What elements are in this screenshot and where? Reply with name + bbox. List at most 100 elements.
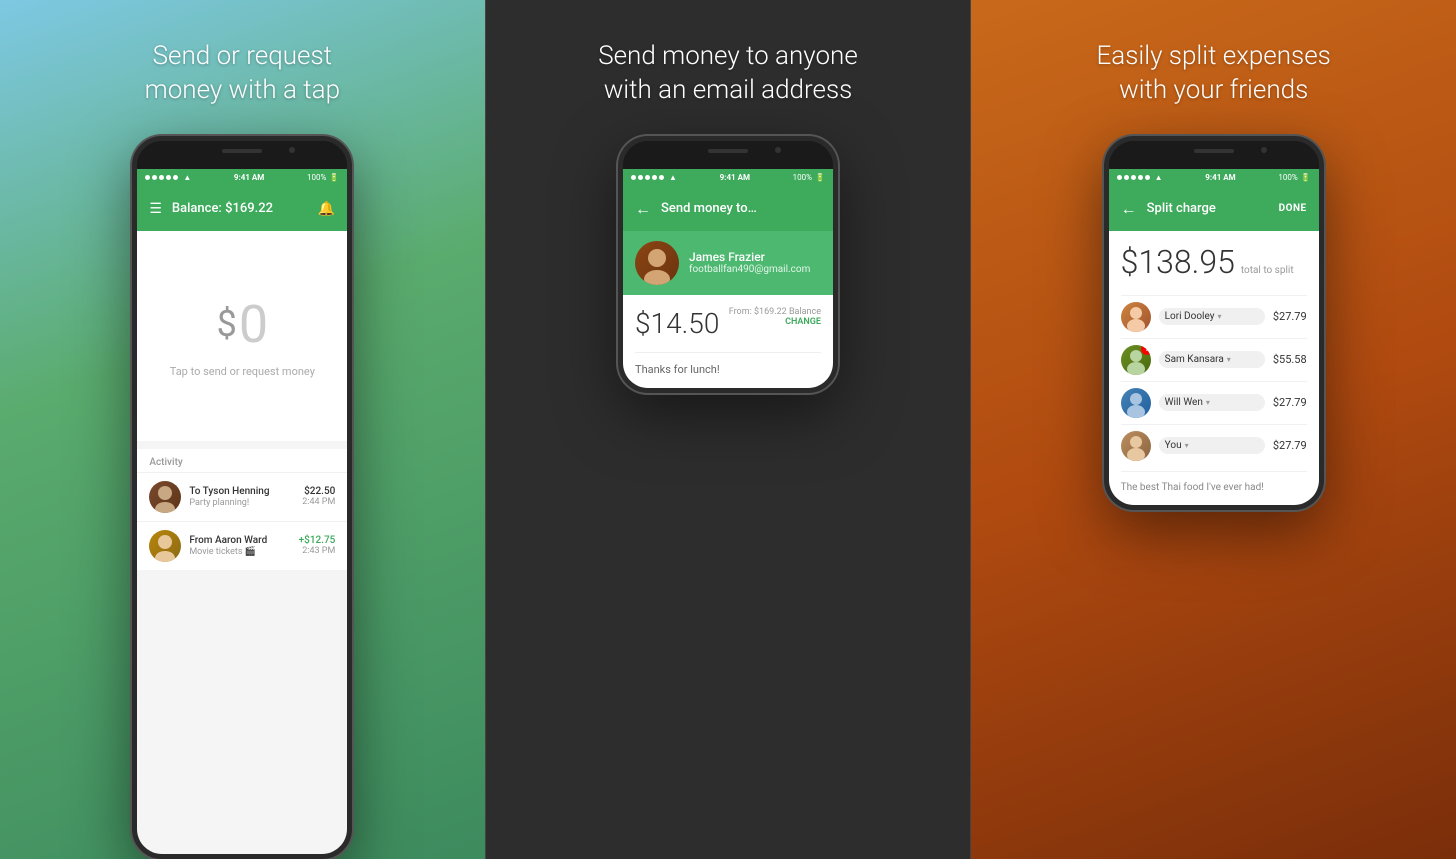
battery-label-1: 100%	[307, 173, 326, 182]
chevron-sam: ▾	[1227, 355, 1231, 364]
contact-row: James Frazier footballfan490@gmail.com	[623, 231, 833, 295]
status-time-1: 9:41 AM	[234, 173, 264, 182]
dot-2	[152, 175, 157, 180]
change-button[interactable]: CHANGE	[729, 317, 821, 327]
avatar-aaron	[149, 530, 181, 562]
panel-3-title: Easily split expenses with your friends	[1077, 40, 1351, 108]
dot-4	[166, 175, 171, 180]
battery-label-3: 100%	[1278, 173, 1297, 182]
split-person-sam: 1 Sam Kansara ▾ $55.58	[1121, 338, 1307, 381]
send-message: Thanks for lunch!	[635, 352, 821, 376]
battery-icon-2: 🔋	[815, 173, 825, 182]
badge-sam: 1	[1141, 345, 1151, 355]
dot-3	[159, 175, 164, 180]
balance-display: Balance: $169.22	[172, 201, 318, 216]
transaction-amount-2: +$12.75 2:43 PM	[299, 535, 336, 556]
panel-1-title: Send or request money with a tap	[125, 40, 360, 108]
avatar-tyson	[149, 481, 181, 513]
panel-2-title: Send money to anyone with an email addre…	[578, 40, 878, 108]
amount-you: $27.79	[1273, 439, 1307, 452]
menu-icon[interactable]: ☰	[149, 201, 162, 217]
chip-will[interactable]: Will Wen ▾	[1159, 394, 1265, 411]
signal-dots-1: ▲	[145, 173, 191, 182]
back-button-3[interactable]: ←	[1121, 199, 1137, 219]
status-right-1: 100% 🔋	[307, 173, 339, 182]
battery-icon-3: 🔋	[1301, 173, 1311, 182]
amount-value: 0	[239, 294, 268, 355]
transaction-info-2: From Aaron Ward Movie tickets 🎬	[189, 535, 290, 557]
chevron-lori: ▾	[1217, 312, 1221, 321]
screen2-title: Send money to…	[661, 201, 757, 216]
status-right-2: 100% 🔋	[793, 173, 825, 182]
status-bar-1: ▲ 9:41 AM 100% 🔋	[137, 169, 347, 187]
transaction-name-1: To Tyson Henning	[189, 486, 294, 497]
status-time-3: 9:41 AM	[1205, 173, 1235, 182]
status-right-3: 100% 🔋	[1278, 173, 1310, 182]
avatar-will	[1121, 388, 1151, 418]
split-person-lori: Lori Dooley ▾ $27.79	[1121, 295, 1307, 338]
done-button[interactable]: DONE	[1279, 203, 1307, 214]
screen-1: $ 0 Tap to send or request money Activit…	[137, 231, 347, 859]
screen3-header: ← Split charge DONE	[1109, 187, 1319, 231]
phone-2: ▲ 9:41 AM 100% 🔋 ← Send money to… James …	[618, 136, 838, 393]
split-total: $138.95 total to split	[1121, 243, 1307, 281]
send-from-label: From: $169.22 Balance	[729, 307, 821, 317]
phone-3: ▲ 9:41 AM 100% 🔋 ← Split charge DONE $13…	[1104, 136, 1324, 510]
transaction-row-1: To Tyson Henning Party planning! $22.50 …	[137, 472, 347, 521]
contact-info: James Frazier footballfan490@gmail.com	[689, 250, 810, 275]
status-bar-2: ▲ 9:41 AM 100% 🔋	[623, 169, 833, 187]
amount-lori: $27.79	[1273, 310, 1307, 323]
dot-1	[145, 175, 150, 180]
wifi-icon-3: ▲	[1155, 173, 1163, 182]
chip-lori[interactable]: Lori Dooley ▾	[1159, 308, 1265, 325]
split-person-will: Will Wen ▾ $27.79	[1121, 381, 1307, 424]
transaction-name-2: From Aaron Ward	[189, 535, 290, 546]
contact-email: footballfan490@gmail.com	[689, 264, 810, 275]
transaction-time-2: 2:43 PM	[299, 546, 336, 556]
app-header-1: ☰ Balance: $169.22 🔔	[137, 187, 347, 231]
chip-sam[interactable]: Sam Kansara ▾	[1159, 351, 1265, 368]
battery-label-2: 100%	[793, 173, 812, 182]
send-amount-display: $14.50	[635, 307, 719, 340]
chip-you[interactable]: You ▾	[1159, 437, 1265, 454]
phone-notch-2	[623, 141, 833, 169]
transaction-value-2: +$12.75	[299, 535, 336, 546]
total-amount: $138.95	[1121, 243, 1235, 281]
phone-camera-3	[1261, 147, 1267, 153]
phone-notch-3	[1109, 141, 1319, 169]
back-button-2[interactable]: ←	[635, 199, 651, 219]
transaction-info-1: To Tyson Henning Party planning!	[189, 486, 294, 508]
send-amount-row: $14.50 From: $169.22 Balance CHANGE	[635, 307, 821, 340]
phone-speaker-1	[222, 149, 262, 153]
transaction-sub-2: Movie tickets 🎬	[189, 547, 290, 557]
status-bar-3: ▲ 9:41 AM 100% 🔋	[1109, 169, 1319, 187]
transaction-time-1: 2:44 PM	[302, 497, 335, 507]
activity-label: Activity	[137, 449, 347, 472]
amount-sam: $55.58	[1273, 353, 1307, 366]
transaction-value-1: $22.50	[302, 486, 335, 497]
signal-dots-2: ▲	[631, 173, 677, 182]
phone-1: ▲ 9:41 AM 100% 🔋 ☰ Balance: $169.22 🔔 $ …	[132, 136, 352, 859]
total-label: total to split	[1241, 265, 1294, 276]
phone-camera-2	[775, 147, 781, 153]
status-time-2: 9:41 AM	[720, 173, 750, 182]
avatar-you	[1121, 431, 1151, 461]
transaction-amount-1: $22.50 2:44 PM	[302, 486, 335, 507]
signal-dots-3: ▲	[1117, 173, 1163, 182]
chevron-will: ▾	[1206, 398, 1210, 407]
screen3-title: Split charge	[1147, 201, 1269, 216]
panel-split: Easily split expenses with your friends …	[971, 0, 1456, 859]
screen2-header: ← Send money to…	[623, 187, 833, 231]
amount-area[interactable]: $ 0 Tap to send or request money	[137, 231, 347, 441]
battery-icon-1: 🔋	[329, 173, 339, 182]
name-lori: Lori Dooley	[1165, 311, 1215, 322]
wifi-icon-1: ▲	[183, 173, 191, 182]
bell-icon[interactable]: 🔔	[318, 201, 335, 217]
contact-name: James Frazier	[689, 250, 810, 264]
phone-camera-1	[289, 147, 295, 153]
split-person-you: You ▾ $27.79	[1121, 424, 1307, 467]
avatar-lori	[1121, 302, 1151, 332]
wifi-icon-2: ▲	[669, 173, 677, 182]
contact-avatar-james	[635, 241, 679, 285]
chevron-you: ▾	[1185, 441, 1189, 450]
